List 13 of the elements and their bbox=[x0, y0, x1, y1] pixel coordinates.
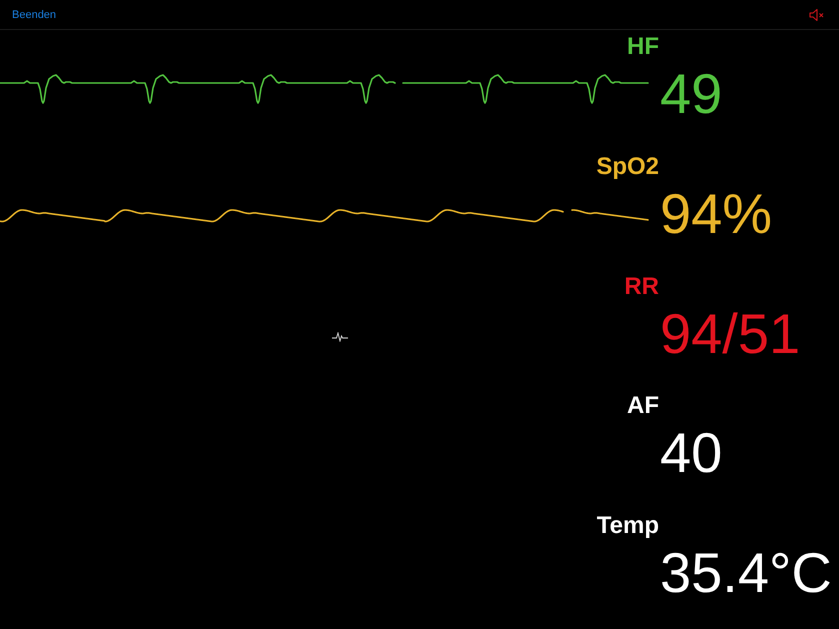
vital-label: AF bbox=[627, 391, 659, 422]
vital-label: SpO2 bbox=[596, 152, 659, 182]
vital-value: 49 bbox=[660, 64, 722, 124]
speaker-muted-icon[interactable] bbox=[809, 8, 825, 22]
vital-value: 40 bbox=[660, 423, 722, 484]
vital-value: 94% bbox=[660, 184, 772, 244]
vital-label: HF bbox=[627, 32, 659, 62]
vital-label: RR bbox=[624, 272, 659, 302]
vital-value: 35.4°C bbox=[660, 543, 832, 604]
pulse-icon bbox=[332, 332, 348, 342]
exit-link[interactable]: Beenden bbox=[12, 8, 56, 20]
vital-value: 94/51 bbox=[660, 304, 800, 364]
vital-label: Temp bbox=[596, 511, 659, 542]
